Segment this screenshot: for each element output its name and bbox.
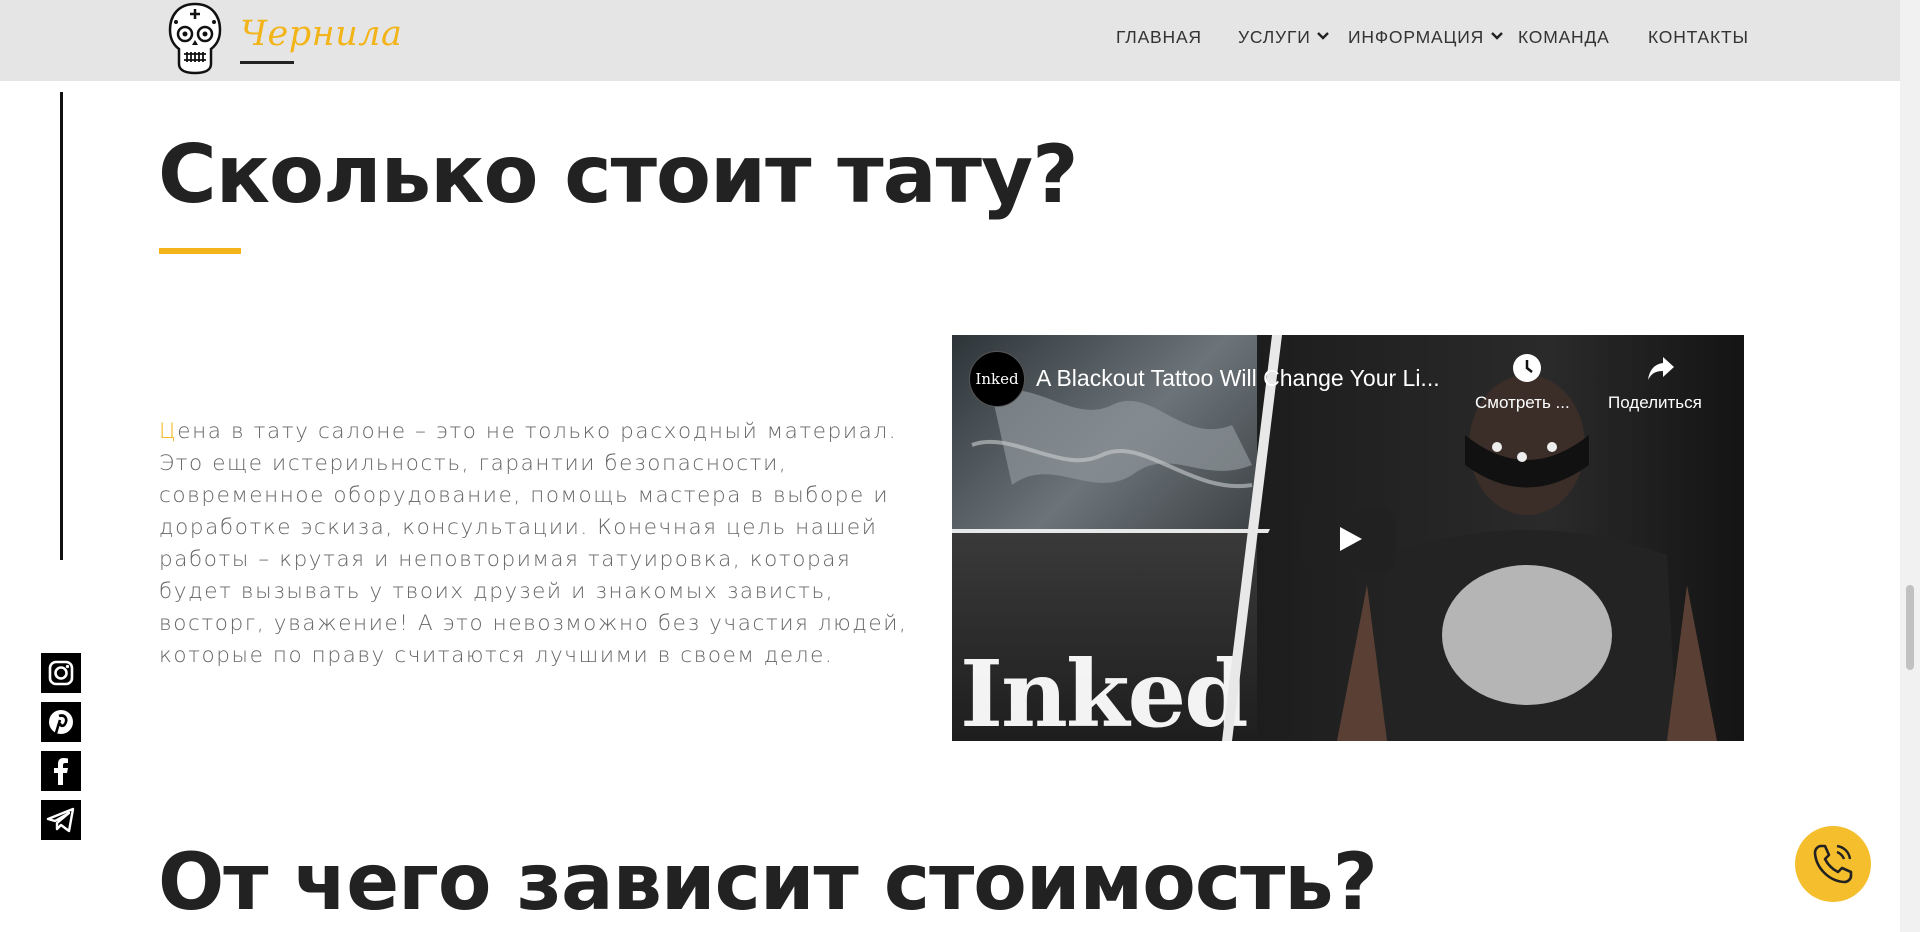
pinterest-icon[interactable] [41, 702, 81, 742]
facebook-icon[interactable] [41, 751, 81, 791]
nav-item-home[interactable]: ГЛАВНАЯ [1116, 27, 1202, 48]
sugar-skull-logo-icon[interactable] [166, 0, 224, 76]
play-icon [1340, 527, 1362, 551]
nav-item-services[interactable]: УСЛУГИ [1238, 27, 1329, 48]
nav-item-team[interactable]: КОМАНДА [1518, 27, 1610, 48]
scrollbar-thumb[interactable] [1906, 585, 1914, 670]
section-title-price: Сколько стоит тату? [158, 128, 1079, 221]
brand-name[interactable]: Чернила [240, 14, 402, 54]
instagram-icon[interactable] [41, 653, 81, 693]
chevron-down-icon [1491, 32, 1503, 40]
drop-letter: Ц [159, 419, 178, 444]
nav-item-contacts[interactable]: КОНТАКТЫ [1648, 27, 1749, 48]
share-icon[interactable] [1646, 353, 1676, 383]
title-accent-bar [159, 248, 241, 254]
telegram-icon[interactable] [41, 800, 81, 840]
share-label[interactable]: Поделиться [1608, 393, 1702, 413]
brand-underline [240, 61, 294, 64]
chevron-down-icon [1317, 32, 1329, 40]
video-player[interactable]: Inked Inked A Blackout Tattoo Will Chang… [952, 335, 1744, 741]
channel-avatar[interactable]: Inked [969, 351, 1025, 407]
decorative-vertical-line [60, 92, 63, 560]
page-scrollbar[interactable] [1900, 0, 1920, 932]
watch-later-label[interactable]: Смотреть ... [1475, 393, 1570, 413]
price-description: Цена в тату салоне – это не только расхо… [159, 416, 929, 672]
nav-item-information[interactable]: ИНФОРМАЦИЯ [1348, 27, 1503, 48]
phone-icon [1813, 844, 1853, 884]
play-button[interactable] [1302, 507, 1396, 571]
section-title-factors: От чего зависит стоимость? [158, 838, 1378, 928]
call-button[interactable] [1795, 826, 1871, 902]
video-title[interactable]: A Blackout Tattoo Will Change Your Li... [1036, 365, 1440, 392]
site-header: Чернила ГЛАВНАЯ УСЛУГИ ИНФОРМАЦИЯ КОМАНД… [0, 0, 1900, 81]
paragraph-text: ена в тату салоне – это не только расход… [159, 419, 908, 668]
clock-icon[interactable] [1512, 353, 1542, 383]
